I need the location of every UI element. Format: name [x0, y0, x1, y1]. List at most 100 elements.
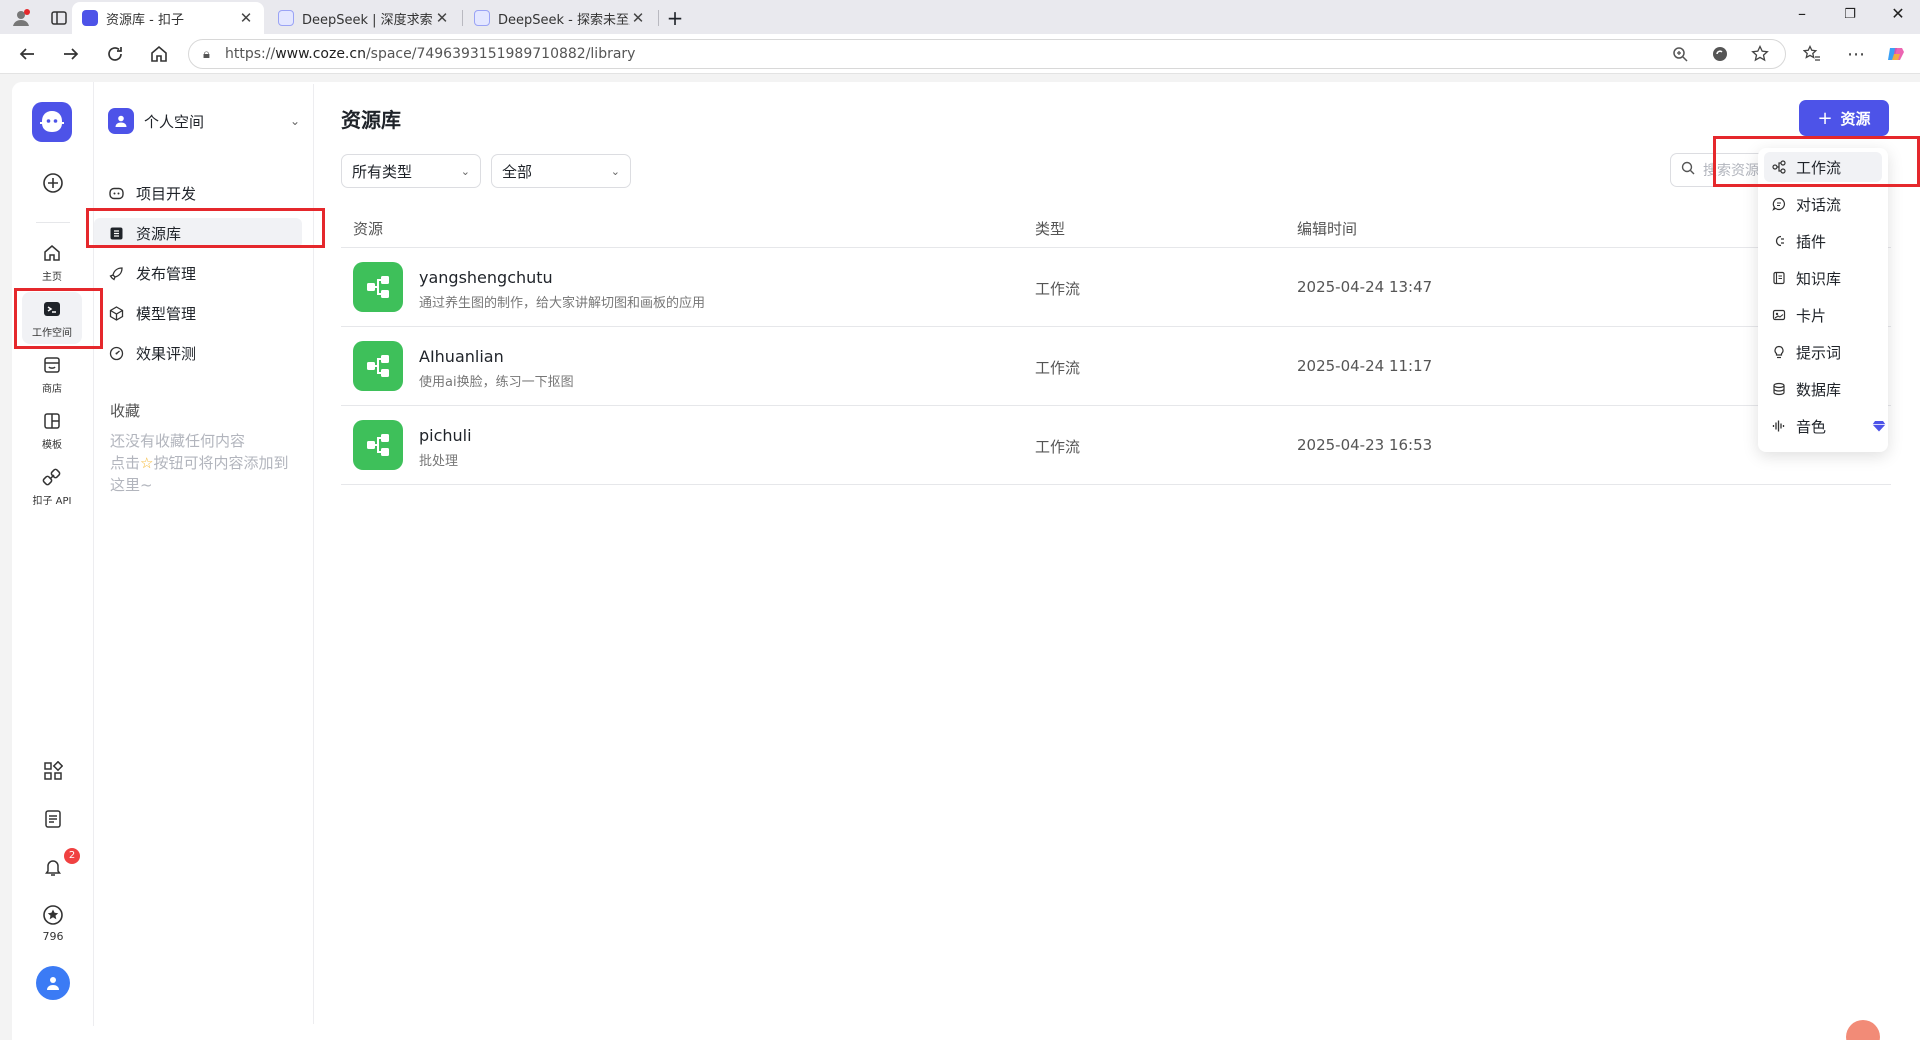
nav-item-library[interactable]: 资源库 [94, 218, 302, 248]
rail-item-label: 主页 [42, 271, 62, 283]
menu-item-label: 对话流 [1796, 195, 1842, 214]
new-tab-button[interactable]: + [664, 6, 686, 30]
menu-item-label: 数据库 [1796, 380, 1842, 399]
project-icon [108, 185, 124, 201]
table-row[interactable]: yangshengchutu 通过养生图的制作，给大家讲解切图和画板的应用 工作… [341, 248, 1891, 327]
workflow-resource-icon [353, 341, 403, 391]
tab-title: DeepSeek | 深度求索 [302, 12, 433, 28]
rail-item-workspace[interactable]: 工作空间 [22, 292, 82, 344]
database-icon [1772, 382, 1786, 396]
more-options-icon[interactable]: ⋯ [1844, 42, 1868, 66]
apps-grid-icon[interactable] [40, 758, 66, 784]
tab-actions-icon[interactable] [48, 7, 70, 29]
home-button[interactable] [146, 42, 172, 66]
rail-item-home[interactable]: 主页 [22, 236, 82, 288]
deepseek-favicon-icon [278, 10, 294, 26]
coze-logo-icon[interactable] [32, 102, 72, 142]
url-field[interactable]: 🔒︎ https://www.coze.cn/space/74963931519… [188, 39, 1786, 69]
type-filter-value: 所有类型 [352, 162, 413, 181]
favorites-empty-line: 还没有收藏任何内容 [110, 432, 246, 450]
close-tab-icon[interactable]: ✕ [434, 9, 450, 27]
docs-icon[interactable] [40, 806, 66, 832]
column-header-type: 类型 [1035, 220, 1066, 238]
scope-filter-value: 全部 [502, 162, 533, 181]
menu-item-card[interactable]: 卡片 [1764, 300, 1882, 330]
nav-item-models[interactable]: 模型管理 [94, 298, 302, 328]
nav-item-project[interactable]: 项目开发 [94, 178, 302, 208]
store-icon [41, 354, 63, 376]
resource-description: 通过养生图的制作，给大家讲解切图和画板的应用 [419, 296, 706, 311]
lock-icon: 🔒︎ [203, 46, 210, 62]
favorites-empty-line: 点击☆按钮可将内容添加到 [110, 452, 310, 474]
minimize-button[interactable]: – [1782, 4, 1822, 23]
resource-edit-time: 2025-04-24 13:47 [1297, 278, 1433, 296]
table-row[interactable]: AIhuanlian 使用ai换脸，练习一下抠图 工作流 2025-04-24 … [341, 327, 1891, 406]
copilot-icon[interactable] [1884, 42, 1908, 66]
scope-filter-select[interactable]: 全部 ⌄ [491, 154, 631, 188]
menu-item-chatflow[interactable]: 对话流 [1764, 189, 1882, 219]
home-icon [41, 242, 63, 264]
chevron-down-icon: ⌄ [460, 164, 470, 178]
rail-item-label: 扣子 API [32, 495, 72, 507]
menu-item-knowledge[interactable]: 知识库 [1764, 263, 1882, 293]
resource-type: 工作流 [1035, 438, 1081, 456]
add-resource-button[interactable]: + 资源 [1799, 100, 1889, 136]
restore-button[interactable]: ❐ [1830, 7, 1870, 22]
user-icon [47, 977, 59, 990]
space-selector[interactable]: 个人空间 ⌄ [108, 106, 300, 136]
favorite-star-icon[interactable] [1748, 42, 1772, 66]
close-tab-icon[interactable]: ✕ [238, 9, 254, 27]
nav-item-label: 项目开发 [136, 184, 197, 203]
favorites-empty-part: 按钮可将内容添加到 [153, 454, 289, 472]
tab-separator [462, 10, 463, 26]
url-scheme: https:// [225, 46, 276, 62]
url-path: /space/7496393151989710882/library [365, 46, 636, 62]
browser-tab[interactable]: DeepSeek | 深度求索 ✕ [268, 2, 460, 34]
zoom-icon[interactable] [1668, 42, 1692, 66]
browser-tab[interactable]: DeepSeek - 探索未至之境 ✕ [464, 2, 656, 34]
table-row[interactable]: pichuli 批处理 工作流 2025-04-23 16:53 [341, 406, 1891, 485]
back-button[interactable] [14, 42, 40, 66]
type-filter-select[interactable]: 所有类型 ⌄ [341, 154, 481, 188]
url-host: www.coze.cn [275, 46, 366, 62]
favorites-empty-part: 点击 [110, 454, 141, 472]
favorites-list-icon[interactable] [1800, 42, 1824, 66]
nav-item-evaluation[interactable]: 效果评测 [94, 338, 302, 368]
refresh-extension-icon[interactable] [1708, 42, 1732, 66]
workflow-resource-icon [353, 420, 403, 470]
menu-item-workflow[interactable]: 工作流 [1764, 152, 1882, 182]
menu-item-prompt[interactable]: 提示词 [1764, 337, 1882, 367]
rail-item-store[interactable]: 商店 [22, 348, 82, 400]
rail-item-template[interactable]: 模板 [22, 404, 82, 456]
address-bar-row: 🔒︎ https://www.coze.cn/space/74963931519… [0, 34, 1920, 74]
plugin-icon [1772, 234, 1786, 248]
menu-item-database[interactable]: 数据库 [1764, 374, 1882, 404]
search-input[interactable]: 搜索资源 [1670, 153, 1766, 187]
knowledge-icon [1772, 271, 1786, 285]
reload-button[interactable] [102, 42, 128, 66]
nav-item-publish[interactable]: 发布管理 [94, 258, 302, 288]
menu-item-plugin[interactable]: 插件 [1764, 226, 1882, 256]
create-plus-icon[interactable] [40, 170, 66, 196]
user-avatar[interactable] [36, 966, 70, 1000]
back-arrow-icon [19, 48, 34, 60]
rail-item-api[interactable]: 扣子 API [22, 460, 82, 512]
column-header-resource: 资源 [353, 220, 384, 238]
menu-item-voice[interactable]: 音色 [1764, 411, 1886, 441]
tab-title: 资源库 - 扣子 [106, 12, 184, 28]
space-name: 个人空间 [144, 112, 205, 131]
profile-icon[interactable] [10, 7, 32, 29]
coze-favicon-icon [82, 10, 98, 26]
rocket-icon [108, 265, 124, 281]
column-header-time: 编辑时间 [1297, 220, 1358, 238]
close-tab-icon[interactable]: ✕ [630, 9, 646, 27]
browser-tab-active[interactable]: 资源库 - 扣子 ✕ [72, 2, 264, 34]
forward-button[interactable] [58, 42, 84, 66]
notification-bell-icon[interactable] [40, 854, 66, 880]
search-icon [1681, 161, 1695, 179]
tab-separator [658, 10, 659, 26]
points-icon[interactable] [40, 902, 66, 928]
add-resource-dropdown: 工作流 对话流 插件 知识库 卡片 提示词 数据库 音色 [1758, 148, 1888, 452]
close-window-button[interactable]: ✕ [1878, 4, 1918, 23]
chatflow-icon [1772, 197, 1786, 211]
